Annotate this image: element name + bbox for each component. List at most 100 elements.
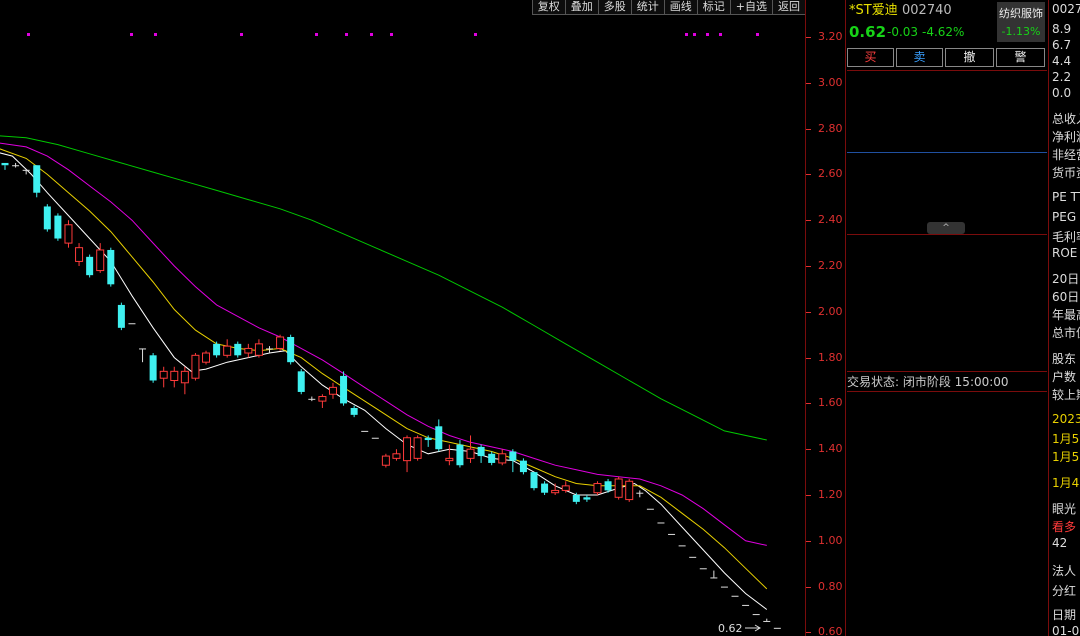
price-axis-label: 2.40 [818, 213, 843, 227]
stat-row [847, 253, 1047, 269]
ma-line-ma5 [0, 152, 768, 610]
price-change-pct: -4.62% [922, 25, 965, 39]
side-panel-text: 户数 [1052, 370, 1077, 384]
axis-tick [806, 357, 811, 359]
tick-row [847, 392, 1047, 408]
arrow-right-icon [745, 624, 761, 632]
ma-line-ma60 [0, 135, 767, 441]
marker-dot [719, 33, 722, 36]
side-panel-text: 货币资 [1052, 166, 1080, 180]
tick-row [847, 471, 1047, 487]
candle [466, 435, 475, 463]
toolbar-item[interactable]: 叠加 [564, 0, 598, 15]
side-panel-text: 1月5 [1052, 432, 1080, 446]
price-axis-label: 2.20 [818, 259, 843, 272]
side-panel-text: 非经营 [1052, 148, 1080, 162]
axis-tick [806, 540, 811, 542]
sell-order-row[interactable] [847, 120, 1047, 136]
price-axis-label: 2.80 [818, 121, 843, 135]
kline-chart-area[interactable]: 0.62 复权 叠加 多股 统计 画线 标记 +自选 返回 [0, 0, 806, 636]
candle [361, 430, 369, 432]
candle [75, 243, 84, 266]
candle [498, 449, 507, 466]
candle [33, 165, 41, 198]
candle [254, 339, 263, 358]
candle [551, 483, 560, 495]
axis-tick [806, 37, 811, 38]
sell-button[interactable]: 卖 [896, 48, 943, 67]
candle [488, 451, 496, 466]
axis-tick [806, 586, 811, 588]
candle [445, 444, 454, 466]
sell-order-row[interactable] [847, 88, 1047, 104]
sell-order-row[interactable] [847, 136, 1047, 152]
toolbar-item[interactable]: 返回 [772, 0, 805, 15]
stat-row [847, 270, 1047, 286]
axis-tick [806, 266, 811, 267]
candle [668, 533, 676, 535]
axis-tick [806, 632, 811, 634]
tick-row [847, 455, 1047, 471]
candle [86, 254, 94, 278]
candle [763, 618, 771, 622]
toolbar-item[interactable]: 复权 [531, 0, 565, 15]
side-panel-text: 42 [1052, 536, 1068, 550]
marker-dot [756, 33, 759, 36]
candle [287, 334, 295, 365]
side-panel-text: 股东 [1052, 352, 1077, 366]
candle [541, 481, 549, 495]
candle [139, 348, 147, 363]
candle [297, 369, 305, 395]
alert-button[interactable]: 警 [996, 48, 1045, 67]
candle [213, 341, 221, 358]
marker-dot [390, 33, 393, 36]
candle [636, 490, 644, 498]
candle [477, 444, 485, 463]
buy-order-row[interactable] [847, 154, 1047, 170]
candlestick-chart[interactable]: 0.62 [0, 0, 806, 636]
price-axis-label: 1.00 [818, 533, 843, 547]
toolbar-item[interactable]: 统计 [630, 0, 664, 15]
stat-row [847, 320, 1047, 336]
candle [519, 458, 527, 475]
buy-order-row[interactable] [847, 186, 1047, 202]
marker-dot [685, 33, 688, 36]
stat-row [847, 303, 1047, 319]
side-panel-text: 1月4 [1052, 476, 1080, 490]
toolbar-item[interactable]: 多股 [597, 0, 631, 15]
candle [180, 366, 189, 395]
chart-toolbar: 复权 叠加 多股 统计 画线 标记 +自选 返回 [531, 0, 805, 15]
toolbar-item[interactable]: 标记 [696, 0, 730, 15]
buy-button[interactable]: 买 [847, 48, 894, 67]
axis-tick [806, 311, 811, 313]
cancel-order-button[interactable]: 撤 [945, 48, 994, 67]
side-panel-text: 总市值 [1052, 326, 1080, 340]
side-panel-text: 20日 [1052, 272, 1080, 286]
buy-order-row[interactable] [847, 202, 1047, 218]
sell-order-row[interactable] [847, 104, 1047, 120]
price-axis-label: 1.20 [818, 488, 843, 501]
candle [773, 627, 781, 629]
sell-order-row[interactable] [847, 72, 1047, 88]
candle [128, 323, 136, 325]
price-change: -0.03 [887, 25, 919, 39]
candle [117, 302, 125, 331]
toolbar-item[interactable]: 画线 [663, 0, 697, 15]
chevron-up-icon[interactable]: ^ [927, 222, 965, 234]
side-panel-text: 法人 [1052, 564, 1077, 578]
ma-line-ma20 [0, 142, 767, 546]
candle [583, 495, 591, 502]
side-panel-text: 分红 [1052, 584, 1077, 598]
candle [202, 350, 211, 365]
buy-order-row[interactable] [847, 170, 1047, 186]
toolbar-item[interactable]: +自选 [729, 0, 772, 15]
stat-row [847, 337, 1047, 353]
axis-tick [806, 174, 811, 176]
axis-tick [806, 128, 811, 130]
marker-dot [315, 33, 318, 36]
axis-tick [806, 449, 811, 451]
price-axis-label: 1.60 [818, 396, 843, 410]
candle [752, 614, 760, 616]
price-axis-label: 3.20 [818, 30, 843, 43]
marker-dot [693, 33, 696, 36]
